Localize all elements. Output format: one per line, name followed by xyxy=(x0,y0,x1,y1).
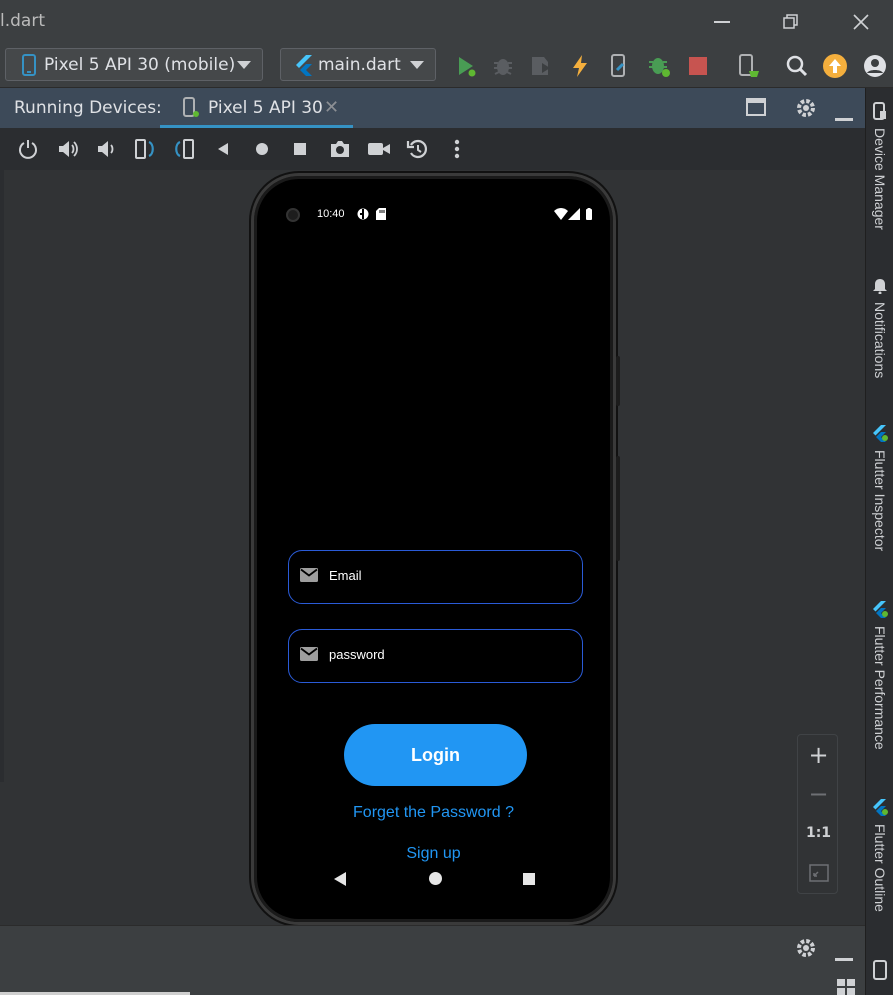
bottom-panel xyxy=(0,925,865,995)
status-bar: 10:40 xyxy=(264,186,603,226)
screenshot-icon[interactable] xyxy=(327,136,353,162)
attach-icon[interactable] xyxy=(606,53,632,79)
zoom-controls: + − 1:1 xyxy=(797,734,838,894)
window-title: l.dart xyxy=(0,11,45,31)
mail-icon xyxy=(300,567,318,586)
running-devices-label: Running Devices: xyxy=(14,98,162,118)
back-icon[interactable] xyxy=(210,136,236,162)
power-icon[interactable] xyxy=(15,136,41,162)
tool-notifications[interactable]: Notifications xyxy=(866,278,893,378)
tool-device-manager[interactable]: Device Manager xyxy=(866,102,893,230)
battery-icon xyxy=(586,208,592,220)
overview-icon[interactable] xyxy=(287,136,313,162)
rotate-left-icon[interactable] xyxy=(132,136,158,162)
tool-flutter-inspector[interactable]: Flutter Inspector xyxy=(866,424,893,551)
debug-icon[interactable] xyxy=(490,53,516,79)
status-app-icon xyxy=(357,208,369,220)
device-mirroring-icon[interactable] xyxy=(736,53,762,79)
chevron-down-icon xyxy=(237,61,251,69)
hide-panel-icon[interactable] xyxy=(835,106,853,125)
emulator-toolbar xyxy=(0,128,865,170)
rotate-right-icon[interactable] xyxy=(171,136,197,162)
gear-icon[interactable] xyxy=(795,937,817,963)
status-time: 10:40 xyxy=(317,208,345,220)
device-explorer-icon[interactable] xyxy=(873,960,887,984)
close-tab-icon[interactable]: ✕ xyxy=(324,97,339,118)
snapshot-icon[interactable] xyxy=(405,136,431,162)
tool-label: Device Manager xyxy=(872,128,888,230)
close-window-button[interactable] xyxy=(846,8,876,36)
flutter-icon xyxy=(872,600,888,622)
signal-icon xyxy=(568,208,580,220)
volume-rocker-hw xyxy=(616,456,620,561)
title-bar: l.dart xyxy=(0,0,893,44)
chevron-down-icon xyxy=(410,61,424,69)
tab-label: Pixel 5 API 30 xyxy=(208,98,323,118)
screen-record-icon[interactable] xyxy=(366,136,392,162)
zoom-in-button[interactable]: + xyxy=(798,737,839,773)
email-field[interactable]: Email xyxy=(288,550,583,604)
flutter-icon xyxy=(872,798,888,820)
file-selector[interactable]: main.dart xyxy=(280,48,436,81)
layout-grid-icon[interactable] xyxy=(836,978,856,995)
tool-label: Notifications xyxy=(872,302,888,379)
run-icon[interactable] xyxy=(453,53,479,79)
password-placeholder: password xyxy=(329,647,385,662)
tool-flutter-performance[interactable]: Flutter Performance xyxy=(866,600,893,750)
login-button[interactable]: Login xyxy=(344,724,527,786)
zoom-actual-size-button[interactable]: 1:1 xyxy=(798,815,839,851)
flutter-icon xyxy=(294,54,314,76)
device-selector-label: Pixel 5 API 30 (mobile) xyxy=(44,54,236,75)
account-icon[interactable] xyxy=(862,53,888,79)
volume-up-icon[interactable] xyxy=(55,136,81,162)
profile-icon[interactable] xyxy=(528,53,554,79)
camera-icon xyxy=(286,208,300,222)
window-layout-icon[interactable] xyxy=(746,97,766,121)
sign-up-link[interactable]: Sign up xyxy=(264,845,603,863)
right-tool-strip: Device Manager Notifications Flutter Ins… xyxy=(865,88,893,995)
tool-flutter-outline[interactable]: Flutter Outline xyxy=(866,798,893,912)
email-placeholder: Email xyxy=(329,568,362,583)
zoom-fit-icon[interactable] xyxy=(798,855,839,891)
wifi-icon xyxy=(554,208,568,220)
nav-back-icon[interactable] xyxy=(334,872,346,886)
nav-home-icon[interactable] xyxy=(429,872,442,885)
bell-icon xyxy=(873,278,887,298)
more-icon[interactable] xyxy=(444,136,470,162)
power-button-hw xyxy=(616,356,620,406)
flutter-icon xyxy=(872,424,888,446)
flutter-attach-icon[interactable] xyxy=(646,53,672,79)
forget-password-link[interactable]: Forget the Password ? xyxy=(264,804,603,822)
left-gutter xyxy=(0,170,4,782)
phone-icon xyxy=(183,97,199,123)
tool-label: Flutter Performance xyxy=(872,626,888,750)
tool-label: Flutter Outline xyxy=(872,824,888,912)
restore-button[interactable] xyxy=(776,8,806,36)
stop-icon[interactable] xyxy=(685,53,711,79)
main-toolbar: Pixel 5 API 30 (mobile) main.dart xyxy=(0,44,893,88)
android-nav-bar xyxy=(264,864,603,894)
search-icon[interactable] xyxy=(784,53,810,79)
minimize-button[interactable] xyxy=(707,8,737,36)
device-manager-icon xyxy=(873,102,887,124)
mail-icon xyxy=(300,646,318,665)
password-field[interactable]: password xyxy=(288,629,583,683)
nav-recents-icon[interactable] xyxy=(523,873,535,885)
phone-screen[interactable]: 10:40 Email password Login Forget the Pa… xyxy=(264,186,603,912)
update-icon[interactable] xyxy=(822,53,848,79)
tab-pixel-5-api-30[interactable]: Pixel 5 API 30 ✕ xyxy=(160,88,353,128)
hot-reload-icon[interactable] xyxy=(567,53,593,79)
phone-icon xyxy=(22,53,36,76)
running-devices-header: Running Devices: Pixel 5 API 30 ✕ xyxy=(0,88,865,128)
device-selector[interactable]: Pixel 5 API 30 (mobile) xyxy=(5,48,263,81)
volume-down-icon[interactable] xyxy=(93,136,119,162)
phone-frame: 10:40 Email password Login Forget the Pa… xyxy=(251,173,620,925)
file-selector-label: main.dart xyxy=(318,54,401,75)
sd-card-icon xyxy=(376,208,386,220)
tool-label: Flutter Inspector xyxy=(872,450,888,552)
home-icon[interactable] xyxy=(249,136,275,162)
hide-panel-icon[interactable] xyxy=(835,946,853,965)
gear-icon[interactable] xyxy=(795,97,817,123)
zoom-out-button[interactable]: − xyxy=(798,776,839,812)
